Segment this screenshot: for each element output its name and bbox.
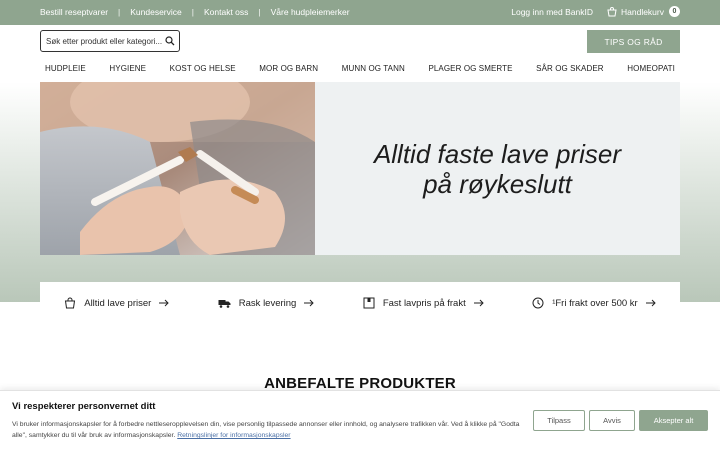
cart-label: Handlekurv	[621, 6, 664, 17]
usp-fixed-shipping[interactable]: Fast lavpris på frakt	[363, 297, 484, 309]
clock-icon	[532, 297, 544, 309]
link-contact[interactable]: Kontakt oss	[204, 7, 248, 17]
usp-label: Alltid lave priser	[84, 297, 152, 309]
usp-label: ¹Fri frakt over 500 kr	[552, 297, 638, 309]
arrow-right-icon	[645, 299, 656, 307]
hero-line-2: på røykeslutt	[423, 168, 572, 199]
cookie-text: Vi bruker informasjonskapsler for å forb…	[12, 419, 524, 441]
usp-label: Rask levering	[238, 297, 297, 309]
cart-link[interactable]: Handlekurv 0	[607, 6, 680, 17]
nav-item-sar-og-skader[interactable]: SÅR OG SKADER	[531, 64, 609, 73]
arrow-right-icon	[304, 299, 315, 307]
hero-image	[40, 82, 315, 255]
link-customer-service[interactable]: Kundeservice	[130, 7, 182, 17]
usp-label: Fast lavpris på frakt	[382, 297, 466, 309]
hero-text: Alltid faste lave priser på røykeslutt	[315, 82, 680, 255]
usp-bar: Alltid lave priser Rask levering Fast la…	[40, 282, 680, 324]
separator: |	[118, 7, 121, 17]
hero-photo-illustration	[40, 82, 315, 255]
main-nav: HUDPLEIE HYGIENE KOST OG HELSE MOR OG BA…	[40, 64, 680, 73]
cookie-banner: Vi respekterer personvernet ditt Vi bruk…	[0, 390, 720, 450]
arrow-right-icon	[473, 299, 484, 307]
truck-icon	[218, 300, 231, 308]
usp-free-shipping[interactable]: ¹Fri frakt over 500 kr	[532, 297, 656, 309]
search-input[interactable]	[46, 35, 164, 48]
usp-low-prices[interactable]: Alltid lave priser	[64, 297, 170, 309]
nav-item-plager-og-smerte[interactable]: PLAGER OG SMERTE	[423, 64, 517, 73]
reject-button[interactable]: Avvis	[589, 410, 635, 431]
package-icon	[363, 297, 375, 309]
cookie-policy-link[interactable]: Retningslinjer for informasjonskapsler	[177, 432, 290, 439]
nav-item-munn-og-tann[interactable]: MUNN OG TANN	[337, 64, 410, 73]
cart-count-badge: 0	[669, 6, 680, 17]
link-brands[interactable]: Våre hudpleiemerker	[271, 7, 350, 17]
cookie-title: Vi respekterer personvernet ditt	[12, 401, 156, 412]
hero-line-1: Alltid faste lave priser	[373, 138, 622, 169]
customize-button[interactable]: Tilpass	[533, 410, 585, 431]
nav-item-hygiene[interactable]: HYGIENE	[104, 64, 151, 73]
cart-icon	[607, 6, 617, 16]
link-prescriptions[interactable]: Bestill reseptvarer	[40, 7, 108, 17]
nav-item-mor-og-barn[interactable]: MOR OG BARN	[254, 64, 323, 73]
accept-all-button[interactable]: Aksepter alt	[639, 410, 708, 431]
search-box	[40, 30, 180, 52]
nav-item-hudpleie[interactable]: HUDPLEIE	[40, 64, 91, 73]
nav-item-kost-og-helse[interactable]: KOST OG HELSE	[165, 64, 241, 73]
top-right: Logg inn med BankID Handlekurv 0	[511, 6, 680, 17]
usp-fast-delivery[interactable]: Rask levering	[218, 297, 315, 309]
search-icon[interactable]	[165, 36, 175, 46]
shopping-bag-icon	[65, 297, 76, 309]
arrow-right-icon	[159, 299, 170, 307]
hero-heading: Alltid faste lave priser på røykeslutt	[353, 139, 643, 199]
tips-button[interactable]: TIPS OG RÅD	[587, 30, 680, 53]
separator: |	[191, 7, 194, 17]
hero-banner[interactable]: Alltid faste lave priser på røykeslutt	[40, 82, 680, 255]
separator: |	[258, 7, 261, 17]
login-bankid-link[interactable]: Logg inn med BankID	[511, 7, 593, 17]
nav-item-homeopati[interactable]: HOMEOPATI	[622, 64, 680, 73]
top-links: Bestill reseptvarer | Kundeservice | Kon…	[40, 7, 350, 17]
top-bar: Bestill reseptvarer | Kundeservice | Kon…	[0, 0, 720, 25]
